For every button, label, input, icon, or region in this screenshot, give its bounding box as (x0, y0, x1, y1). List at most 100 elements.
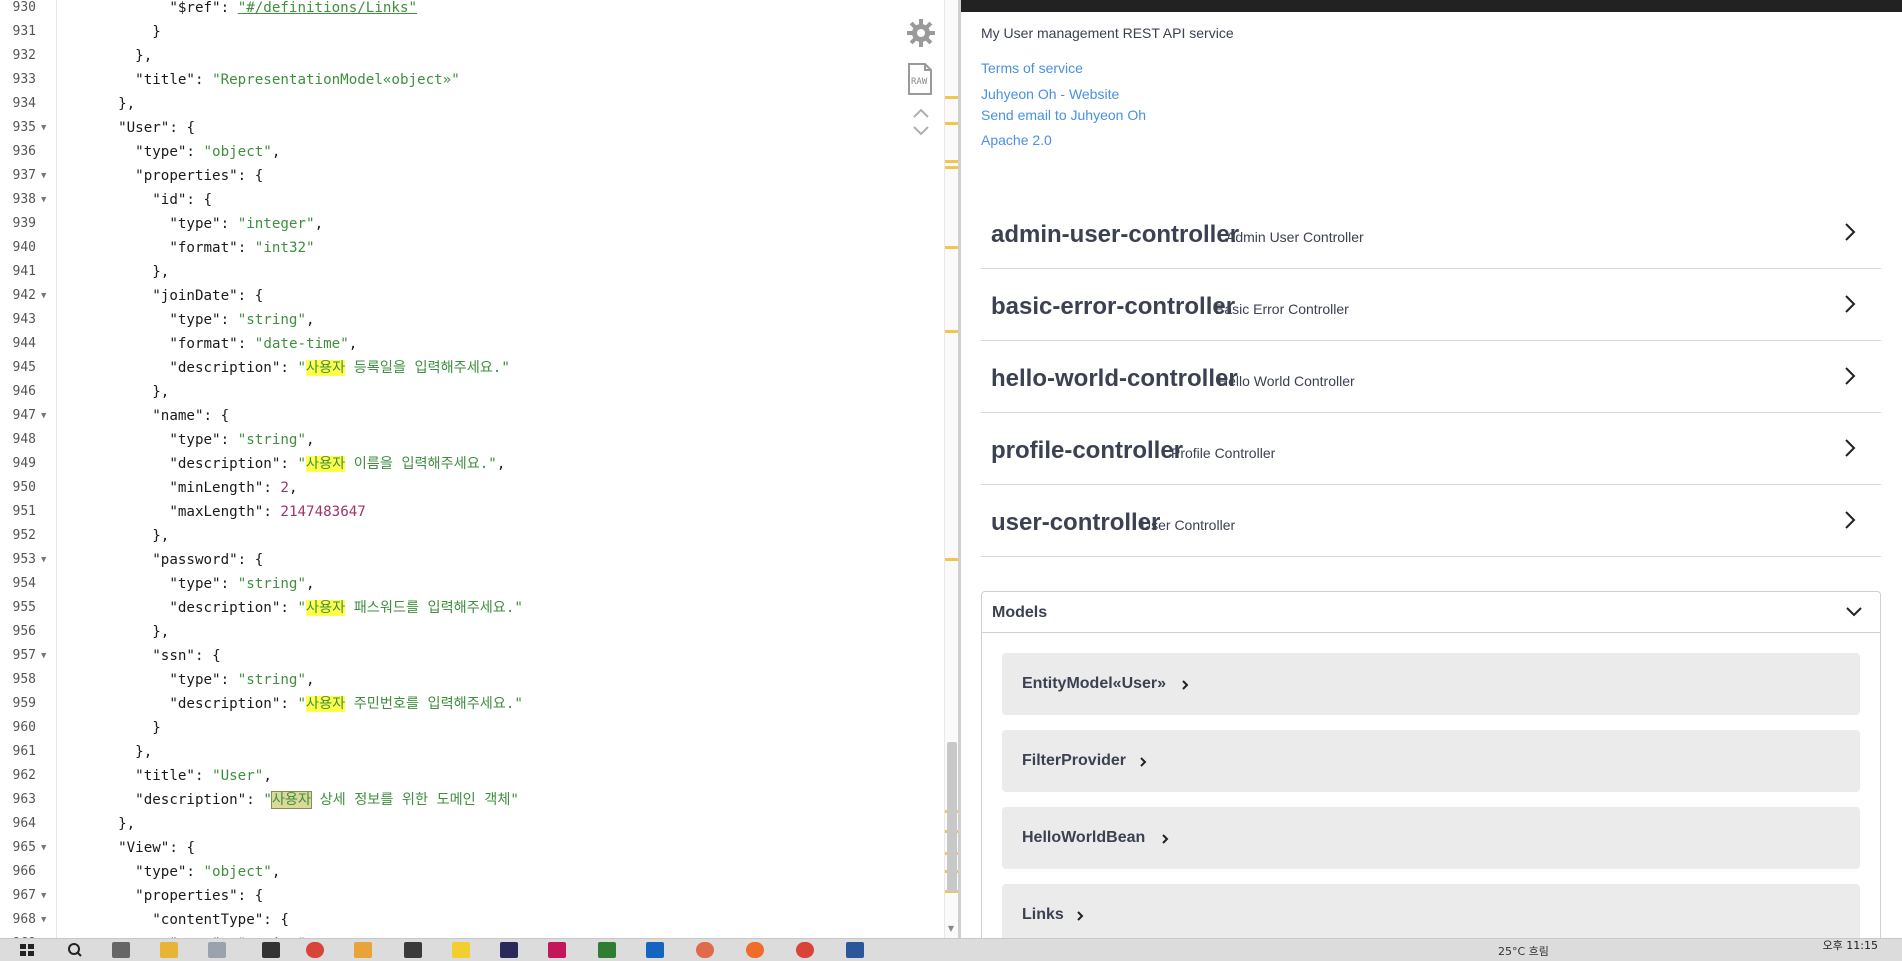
raw-view-icon[interactable]: RAW (906, 62, 934, 96)
fold-toggle-icon[interactable]: ▼ (41, 884, 46, 908)
model-item[interactable]: Links (1002, 884, 1860, 938)
code-line[interactable]: }, (101, 740, 152, 764)
code-line[interactable]: }, (101, 260, 169, 284)
license-link[interactable]: Apache 2.0 (981, 132, 1052, 148)
next-match-icon[interactable] (912, 124, 930, 138)
code-line[interactable]: "description": "사용자 등록일을 입력해주세요." (101, 356, 510, 380)
code-line[interactable]: }, (101, 92, 135, 116)
code-line[interactable]: } (101, 716, 161, 740)
fold-toggle-icon[interactable]: ▼ (41, 404, 46, 428)
taskbar-clock[interactable]: 오후 11:15 (1823, 940, 1878, 952)
windows-start-icon[interactable] (18, 942, 36, 958)
chevron-right-icon[interactable] (1843, 365, 1857, 387)
fold-toggle-icon[interactable]: ▼ (41, 116, 46, 140)
app-icon[interactable] (262, 942, 280, 958)
postman-icon[interactable] (746, 942, 764, 958)
model-item[interactable]: HelloWorldBean (1002, 807, 1860, 869)
terms-of-service-link[interactable]: Terms of service (981, 60, 1083, 76)
pycharm-icon[interactable] (598, 942, 616, 958)
chevron-down-icon[interactable] (1844, 604, 1864, 620)
app-icon[interactable] (696, 942, 714, 958)
chrome-icon[interactable] (306, 942, 324, 958)
code-line[interactable]: "type": "string", (101, 572, 314, 596)
code-line[interactable]: }, (101, 380, 169, 404)
contact-website-link[interactable]: Juhyeon Oh - Website (981, 86, 1119, 102)
weather-status[interactable]: 25°C 흐림 (1498, 943, 1549, 959)
chevron-right-icon[interactable] (1161, 833, 1169, 845)
code-line[interactable]: "description": "사용자 이름을 입력해주세요.", (101, 452, 505, 476)
code-line[interactable]: "maxLength": 2147483647 (101, 500, 365, 524)
chevron-right-icon[interactable] (1181, 679, 1189, 691)
previous-match-icon[interactable] (912, 106, 930, 120)
tag-basic-error-controller[interactable]: basic-error-controller Basic Error Contro… (981, 269, 1881, 341)
chevron-right-icon[interactable] (1843, 221, 1857, 243)
code-line[interactable]: "minLength": 2, (101, 476, 297, 500)
model-item[interactable]: FilterProvider (1002, 730, 1860, 792)
scroll-down-arrow-icon[interactable]: ▼ (944, 924, 958, 936)
fold-toggle-icon[interactable]: ▼ (41, 908, 46, 932)
code-line[interactable]: }, (101, 620, 169, 644)
code-line[interactable]: "id": { (101, 188, 212, 212)
fold-toggle-icon[interactable]: ▼ (41, 188, 46, 212)
webstorm-icon[interactable] (646, 942, 664, 958)
code-line[interactable]: "User": { (101, 116, 195, 140)
json-viewer-pane[interactable]: 930 931 932 933 934 935 ▼ 936 937 ▼ 938 ▼ 939 940 941 9… (0, 0, 958, 938)
code-line[interactable]: "type": "string", (101, 308, 314, 332)
app-icon[interactable] (354, 942, 372, 958)
scrollbar[interactable] (944, 0, 958, 938)
code-line[interactable]: }, (101, 44, 152, 68)
word-icon[interactable] (846, 942, 864, 958)
code-line[interactable]: "format": "date-time", (101, 332, 357, 356)
code-line[interactable]: "format": "int32" (101, 236, 314, 260)
fold-toggle-icon[interactable]: ▼ (41, 164, 46, 188)
swagger-ui-pane[interactable]: My User management REST API service Term… (961, 0, 1902, 938)
code-line[interactable]: "contentType": { (101, 908, 289, 932)
code-line[interactable]: "password": { (101, 548, 263, 572)
gear-icon[interactable] (906, 18, 936, 48)
chevron-right-icon[interactable] (1076, 910, 1084, 922)
chevron-right-icon[interactable] (1843, 509, 1857, 531)
code-line[interactable]: "type": "string", (101, 668, 314, 692)
chrome-icon[interactable] (796, 942, 814, 958)
datagrip-icon[interactable] (500, 942, 518, 958)
code-line[interactable]: "type": "object", (101, 140, 280, 164)
code-line[interactable]: "title": "User", (101, 764, 272, 788)
fold-toggle-icon[interactable]: ▼ (41, 284, 46, 308)
chevron-right-icon[interactable] (1843, 437, 1857, 459)
tag-admin-user-controller[interactable]: admin-user-controller Admin User Controll… (981, 197, 1881, 269)
fold-toggle-icon[interactable]: ▼ (41, 836, 46, 860)
code-line[interactable]: "name": { (101, 404, 229, 428)
code-line[interactable]: }, (101, 812, 135, 836)
model-item[interactable]: EntityModel«User» (1002, 653, 1860, 715)
file-explorer-icon[interactable] (160, 942, 178, 958)
code-line[interactable]: "description": "사용자 상세 정보를 위한 도메인 객체" (101, 788, 519, 812)
chevron-right-icon[interactable] (1843, 293, 1857, 315)
models-header[interactable]: Models (982, 592, 1880, 633)
app-icon[interactable] (208, 942, 226, 958)
code-line[interactable]: "properties": { (101, 164, 263, 188)
task-view-icon[interactable] (112, 942, 130, 958)
code-line[interactable]: "ssn": { (101, 644, 220, 668)
scrollbar-thumb[interactable] (947, 742, 957, 892)
fold-toggle-icon[interactable]: ▼ (41, 548, 46, 572)
code-line[interactable]: }, (101, 524, 169, 548)
code-line[interactable]: "type": "integer", (101, 212, 323, 236)
code-line[interactable]: "title": "RepresentationModel«object»" (101, 68, 460, 92)
code-line[interactable]: "type": "string", (101, 428, 314, 452)
search-icon[interactable] (66, 942, 84, 958)
chevron-right-icon[interactable] (1139, 756, 1147, 768)
code-line[interactable]: "description": "사용자 주민번호를 입력해주세요." (101, 692, 523, 716)
code-line[interactable]: "description": "사용자 패스워드를 입력해주세요." (101, 596, 523, 620)
tag-profile-controller[interactable]: profile-controller Profile Controller (981, 413, 1881, 485)
tag-hello-world-controller[interactable]: hello-world-controller Hello World Contro… (981, 341, 1881, 413)
code-line[interactable]: } (101, 20, 161, 44)
tag-user-controller[interactable]: user-controller User Controller (981, 485, 1881, 557)
notion-icon[interactable] (404, 942, 422, 958)
code-line[interactable]: "$ref": "#/definitions/Links" (101, 0, 417, 20)
intellij-icon[interactable] (548, 942, 566, 958)
fold-toggle-icon[interactable]: ▼ (41, 644, 46, 668)
code-line[interactable]: "View": { (101, 836, 195, 860)
code-line[interactable]: "joinDate": { (101, 284, 263, 308)
code-line[interactable]: "properties": { (101, 884, 263, 908)
kakaotalk-icon[interactable] (452, 942, 470, 958)
